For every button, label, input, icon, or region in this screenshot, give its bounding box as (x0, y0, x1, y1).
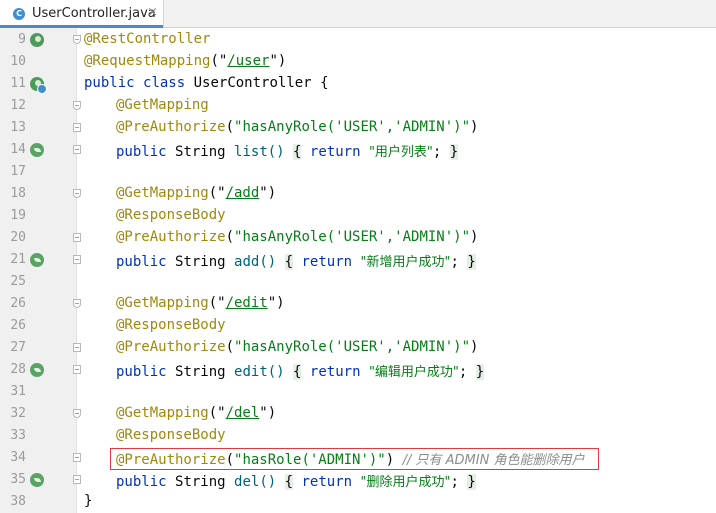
line-number: 31 (10, 384, 26, 399)
code-line: 18 @GetMapping("/add") (0, 183, 716, 205)
line-number: 9 (18, 32, 26, 47)
spring-leaf-icon[interactable] (30, 363, 44, 377)
line-number: 18 (10, 186, 26, 201)
spring-bean-icon[interactable] (30, 33, 44, 47)
code-text: } (84, 493, 93, 509)
code-line: 38 } (0, 491, 716, 513)
fold-icon[interactable] (73, 365, 81, 374)
code-text: public class UserController { (84, 75, 329, 91)
line-number: 26 (10, 296, 26, 311)
code-text: @RestController (84, 31, 211, 47)
fold-icon[interactable] (73, 145, 81, 154)
fold-icon[interactable] (73, 101, 81, 110)
tab-usercontroller-java[interactable]: C UserController.java × (0, 0, 164, 28)
code-line: 25 (0, 271, 716, 293)
fold-icon[interactable] (73, 453, 81, 462)
code-text: @ResponseBody (116, 207, 226, 223)
code-line: 26 @GetMapping("/edit") (0, 293, 716, 315)
code-line: 10 @RequestMapping("/user") (0, 51, 716, 73)
code-text: @GetMapping (116, 97, 209, 113)
fold-icon[interactable] (73, 255, 81, 264)
code-text: @PreAuthorize("hasAnyRole('USER','ADMIN'… (116, 229, 479, 245)
code-line: 32 @GetMapping("/del") (0, 403, 716, 425)
code-text: public String edit() { return "编辑用户成功"; … (116, 364, 485, 380)
close-icon[interactable]: × (147, 5, 158, 20)
line-number: 25 (10, 274, 26, 289)
line-number: 27 (10, 340, 26, 355)
code-text: @GetMapping("/del") (116, 405, 277, 421)
code-text: @ResponseBody (116, 317, 226, 333)
line-number: 34 (10, 450, 26, 465)
code-line: 9 @RestController (0, 29, 716, 51)
line-number: 14 (10, 142, 26, 157)
java-class-icon: C (13, 8, 25, 20)
code-text: @ResponseBody (116, 427, 226, 443)
line-number: 19 (10, 208, 26, 223)
fold-icon[interactable] (73, 409, 81, 418)
line-number: 21 (10, 252, 26, 267)
fold-icon[interactable] (73, 343, 81, 352)
code-line: 27 @PreAuthorize("hasAnyRole('USER','ADM… (0, 337, 716, 359)
code-text: public String list() { return "用户列表"; } (116, 144, 459, 160)
code-line: 11 public class UserController { (0, 73, 716, 95)
code-line: 20 @PreAuthorize("hasAnyRole('USER','ADM… (0, 227, 716, 249)
code-line: 31 (0, 381, 716, 403)
line-number: 13 (10, 120, 26, 135)
spring-mapped-bean-icon[interactable] (30, 77, 47, 94)
line-number: 32 (10, 406, 26, 421)
code-text: @PreAuthorize("hasAnyRole('USER','ADMIN'… (116, 119, 479, 135)
code-line: 35 public String del() { return "删除用户成功"… (0, 469, 716, 491)
code-text: @GetMapping("/add") (116, 185, 277, 201)
line-number: 11 (10, 76, 26, 91)
spring-leaf-icon[interactable] (30, 253, 44, 267)
line-number: 35 (10, 472, 26, 487)
fold-icon[interactable] (73, 233, 81, 242)
code-text: @RequestMapping("/user") (84, 53, 287, 69)
spring-leaf-icon[interactable] (30, 473, 44, 487)
code-line: 12 @GetMapping (0, 95, 716, 117)
line-number: 38 (10, 494, 26, 509)
spring-leaf-icon[interactable] (30, 143, 44, 157)
line-number: 10 (10, 54, 26, 69)
fold-icon[interactable] (73, 475, 81, 484)
code-line: 14 public String list() { return "用户列表";… (0, 139, 716, 161)
fold-icon[interactable] (73, 35, 81, 44)
code-line: 17 (0, 161, 716, 183)
line-number: 12 (10, 98, 26, 113)
code-line: 19 @ResponseBody (0, 205, 716, 227)
fold-icon[interactable] (73, 123, 81, 132)
editor-tab-bar: C UserController.java × (0, 0, 716, 28)
code-line: 26 @ResponseBody (0, 315, 716, 337)
line-number: 17 (10, 164, 26, 179)
code-text: public String add() { return "新增用户成功"; } (116, 254, 476, 270)
code-line: 28 public String edit() { return "编辑用户成功… (0, 359, 716, 381)
code-text: @GetMapping("/edit") (116, 295, 285, 311)
fold-icon[interactable] (73, 299, 81, 308)
line-number: 26 (10, 318, 26, 333)
code-line: 33 @ResponseBody (0, 425, 716, 447)
line-number: 33 (10, 428, 26, 443)
code-line: 13 @PreAuthorize("hasAnyRole('USER','ADM… (0, 117, 716, 139)
line-number: 20 (10, 230, 26, 245)
code-text: @PreAuthorize("hasAnyRole('USER','ADMIN'… (116, 339, 479, 355)
fold-icon[interactable] (73, 189, 81, 198)
code-text: public String del() { return "删除用户成功"; } (116, 474, 476, 490)
line-number: 28 (10, 362, 26, 377)
tab-title: UserController.java (32, 6, 156, 21)
code-line: 21 public String add() { return "新增用户成功"… (0, 249, 716, 271)
highlight-box (110, 448, 599, 470)
